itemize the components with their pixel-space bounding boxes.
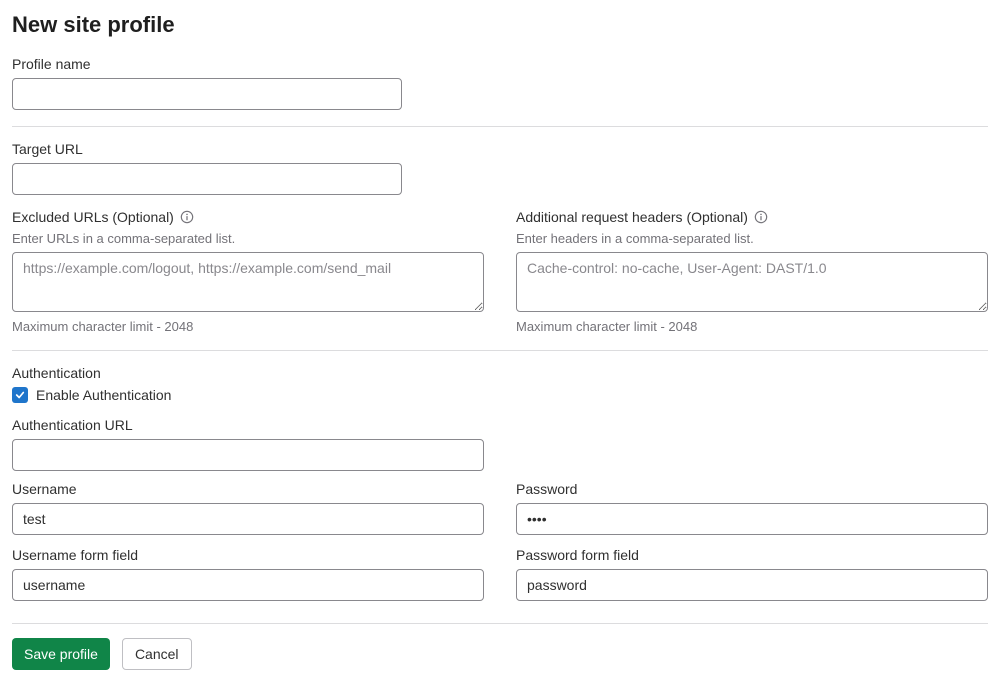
target-url-label: Target URL — [12, 141, 988, 157]
username-form-field-input[interactable] — [12, 569, 484, 601]
additional-headers-limit: Maximum character limit - 2048 — [516, 319, 988, 334]
auth-url-input[interactable] — [12, 439, 484, 471]
additional-headers-textarea[interactable] — [516, 252, 988, 312]
info-icon[interactable] — [754, 210, 768, 224]
divider — [12, 623, 988, 624]
profile-name-label: Profile name — [12, 56, 988, 72]
enable-authentication-label: Enable Authentication — [36, 387, 171, 403]
additional-headers-label: Additional request headers (Optional) — [516, 209, 748, 225]
excluded-urls-helper: Enter URLs in a comma-separated list. — [12, 231, 484, 246]
authentication-section-label: Authentication — [12, 365, 988, 381]
additional-headers-helper: Enter headers in a comma-separated list. — [516, 231, 988, 246]
username-input[interactable] — [12, 503, 484, 535]
username-form-field-label: Username form field — [12, 547, 484, 563]
excluded-urls-textarea[interactable] — [12, 252, 484, 312]
cancel-button[interactable]: Cancel — [122, 638, 192, 670]
excluded-urls-label: Excluded URLs (Optional) — [12, 209, 174, 225]
username-label: Username — [12, 481, 484, 497]
password-form-field-label: Password form field — [516, 547, 988, 563]
password-form-field-input[interactable] — [516, 569, 988, 601]
page-title: New site profile — [12, 12, 988, 38]
excluded-urls-limit: Maximum character limit - 2048 — [12, 319, 484, 334]
info-icon[interactable] — [180, 210, 194, 224]
target-url-input[interactable] — [12, 163, 402, 195]
profile-name-input[interactable] — [12, 78, 402, 110]
save-profile-button[interactable]: Save profile — [12, 638, 110, 670]
password-label: Password — [516, 481, 988, 497]
auth-url-label: Authentication URL — [12, 417, 988, 433]
enable-authentication-checkbox[interactable] — [12, 387, 28, 403]
divider — [12, 350, 988, 351]
divider — [12, 126, 988, 127]
password-input[interactable] — [516, 503, 988, 535]
